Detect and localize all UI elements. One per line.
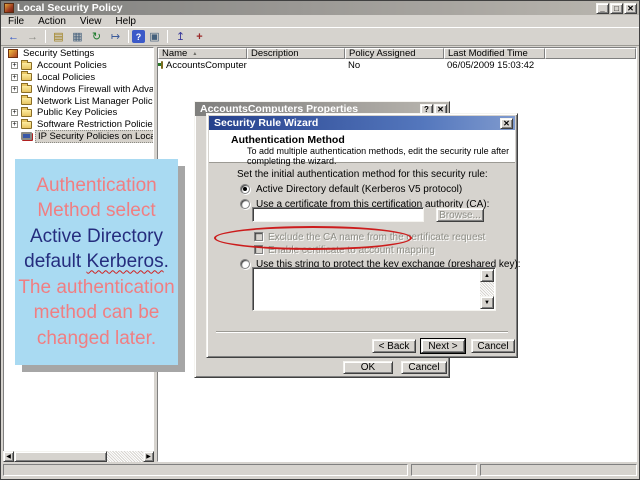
wizard-close-button[interactable]: ✕	[500, 118, 513, 129]
checkbox-account-mapping[interactable]	[254, 245, 263, 254]
refresh-icon[interactable]: ↻	[88, 29, 105, 44]
show-console-tree-icon[interactable]: ▤	[50, 29, 67, 44]
intro-label: Set the initial authentication method fo…	[237, 169, 488, 180]
scroll-down-icon[interactable]: ▼	[480, 296, 494, 309]
status-bar	[3, 464, 637, 476]
restore-button[interactable]: □	[610, 3, 623, 14]
menu-bar: File Action View Help	[1, 15, 639, 28]
radio-certificate[interactable]	[240, 199, 250, 209]
textarea-scrollbar[interactable]: ▲ ▼	[480, 269, 494, 309]
table-row[interactable]: AccountsComputers No 06/05/2009 15:03:42	[158, 59, 636, 71]
folder-icon	[21, 109, 32, 117]
next-button[interactable]: Next >	[421, 339, 465, 353]
column-header-description[interactable]: Description	[247, 48, 345, 59]
wizard-title: Security Rule Wizard	[214, 117, 499, 129]
expand-icon[interactable]: +	[11, 62, 18, 69]
properties-cancel-button[interactable]: Cancel	[401, 361, 447, 374]
menu-file[interactable]: File	[1, 16, 31, 27]
preshared-key-textarea[interactable]: ▲ ▼	[252, 267, 496, 311]
ip-security-icon	[21, 132, 32, 140]
scrollbar-thumb[interactable]	[14, 451, 107, 462]
column-header-filler	[545, 48, 636, 59]
forward-icon[interactable]: →	[24, 29, 41, 44]
column-header-name[interactable]: Name ▴	[158, 48, 247, 59]
radio-active-directory[interactable]	[240, 184, 250, 194]
window-titlebar: Local Security Policy _ □ ✕	[1, 1, 639, 15]
policy-assigned: No	[345, 60, 444, 71]
folder-icon	[21, 121, 32, 129]
column-header-policy-assigned[interactable]: Policy Assigned	[345, 48, 444, 59]
status-segment	[411, 464, 477, 476]
tree-item-account-policies[interactable]: + Account Policies	[4, 60, 153, 72]
wizard-cancel-button[interactable]: Cancel	[471, 339, 515, 353]
tree-item-network-list-manager[interactable]: Network List Manager Policies	[4, 95, 153, 107]
checkbox-account-mapping-label[interactable]: Enable certificate to account mapping	[268, 245, 435, 256]
folder-icon	[21, 85, 32, 93]
wizard-titlebar: Security Rule Wizard ✕	[209, 116, 515, 130]
annotation-text: Authentication Method select Active Dire…	[15, 173, 178, 352]
new-window-icon[interactable]: ▣	[146, 29, 163, 44]
sort-ascending-icon: ▴	[193, 50, 196, 57]
tree-item-public-key-policies[interactable]: + Public Key Policies	[4, 107, 153, 119]
radio-preshared-key[interactable]	[240, 259, 250, 269]
toolbar-separator	[45, 30, 46, 43]
scrollbar-track[interactable]	[14, 451, 143, 462]
status-segment	[3, 464, 408, 476]
help-icon[interactable]: ?	[132, 30, 145, 43]
tree-horizontal-scrollbar[interactable]: ◀ ▶	[3, 451, 154, 462]
menu-view[interactable]: View	[73, 16, 109, 27]
tree-item-local-policies[interactable]: + Local Policies	[4, 72, 153, 84]
scroll-up-icon[interactable]: ▲	[480, 269, 494, 282]
wizard-step-heading: Authentication Method	[231, 134, 345, 146]
expand-icon[interactable]: +	[11, 86, 18, 93]
close-button[interactable]: ✕	[624, 3, 637, 14]
window-title: Local Security Policy	[17, 2, 595, 14]
column-header-last-modified[interactable]: Last Modified Time	[444, 48, 545, 59]
policy-last-modified: 06/05/2009 15:03:42	[444, 60, 545, 71]
expand-icon[interactable]: +	[11, 121, 18, 128]
tree-item-software-restriction[interactable]: + Software Restriction Policies	[4, 119, 153, 131]
checkbox-exclude-ca[interactable]	[254, 232, 263, 241]
policy-item-icon	[161, 61, 163, 69]
back-button[interactable]: < Back	[372, 339, 416, 353]
scroll-left-icon[interactable]: ◀	[3, 451, 14, 462]
tree-item-ip-security-policies[interactable]: IP Security Policies on Local Computer	[4, 131, 153, 143]
wizard-header: Authentication Method To add multiple au…	[209, 130, 515, 163]
export-list-icon[interactable]: ↦	[107, 29, 124, 44]
ok-button[interactable]: OK	[343, 361, 393, 374]
local-security-policy-window: Local Security Policy _ □ ✕ File Action …	[0, 0, 640, 480]
button-separator	[216, 331, 508, 333]
toolbar-separator	[167, 30, 168, 43]
folder-icon	[21, 97, 32, 105]
tree-item-windows-firewall[interactable]: + Windows Firewall with Advanced Securit…	[4, 83, 153, 95]
tutorial-annotation-box: Authentication Method select Active Dire…	[15, 159, 178, 365]
security-policy-app-icon	[4, 3, 14, 13]
toolbar-separator	[128, 30, 129, 43]
scroll-right-icon[interactable]: ▶	[143, 451, 154, 462]
assign-policy-icon[interactable]: ↥	[172, 29, 189, 44]
create-policy-icon[interactable]: +	[191, 29, 208, 44]
toolbar: ← → ▤ ▦ ↻ ↦ ? ▣ ↥ +	[1, 28, 639, 46]
list-header: Name ▴ Description Policy Assigned Last …	[158, 48, 636, 59]
expand-icon[interactable]: +	[11, 109, 18, 116]
status-segment	[480, 464, 637, 476]
menu-action[interactable]: Action	[31, 16, 73, 27]
folder-icon	[21, 62, 32, 70]
console-root-icon	[8, 49, 18, 58]
ca-input[interactable]	[252, 207, 424, 222]
tree-item-security-settings[interactable]: Security Settings	[4, 48, 153, 60]
kerberos-misspell-underline: Kerberos	[86, 251, 163, 272]
radio-active-directory-label[interactable]: Active Directory default (Kerberos V5 pr…	[256, 184, 462, 195]
security-rule-wizard-dialog: Security Rule Wizard ✕ Authentication Me…	[206, 113, 518, 358]
minimize-button[interactable]: _	[596, 3, 609, 14]
browse-button[interactable]: Browse...	[436, 208, 484, 222]
folder-icon	[21, 73, 32, 81]
wizard-body: Set the initial authentication method fo…	[209, 163, 515, 355]
properties-icon[interactable]: ▦	[69, 29, 86, 44]
checkbox-exclude-ca-label[interactable]: Exclude the CA name from the certificate…	[268, 232, 485, 243]
back-icon[interactable]: ←	[5, 29, 22, 44]
expand-icon[interactable]: +	[11, 74, 18, 81]
menu-help[interactable]: Help	[108, 16, 143, 27]
policy-name: AccountsComputers	[166, 60, 247, 71]
